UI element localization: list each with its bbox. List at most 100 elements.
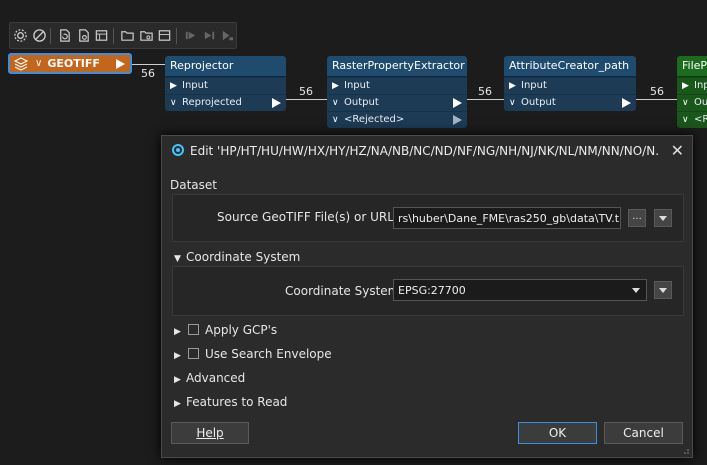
chevron-down-icon: [632, 288, 640, 293]
section-label: Apply GCP's: [205, 323, 278, 337]
coordinate-system-section-toggle[interactable]: ▼ Coordinate System: [174, 250, 300, 264]
output-port[interactable]: ∨ Outp: [677, 94, 707, 111]
canvas-toolbar: [9, 22, 237, 49]
source-file-input[interactable]: rs\huber\Dane_FME\ras250_gb\data\TV.tif: [393, 207, 621, 229]
table-icon[interactable]: [94, 26, 111, 46]
chevron-down-icon[interactable]: ∨: [35, 58, 42, 69]
chevron-down-icon: ∨: [170, 98, 177, 108]
coordinate-system-select[interactable]: EPSG:27700: [393, 279, 647, 301]
run-from-icon: [201, 26, 218, 46]
node-attributecreator-path[interactable]: AttributeCreator_path ▶ Input ∨ Output: [504, 56, 636, 111]
port-label: <Rejected>: [344, 114, 405, 125]
chevron-down-icon: [659, 288, 667, 293]
output-arrow-icon[interactable]: [272, 98, 281, 108]
node-rasterpropertyextractor[interactable]: RasterPropertyExtractor ▶ Input ∨ Output…: [327, 56, 467, 128]
input-port[interactable]: ▶ Input: [165, 77, 286, 94]
connection-line: [286, 99, 328, 100]
collapsed-triangle-icon: ▶: [174, 399, 181, 409]
toolbar-separator: [176, 27, 177, 44]
coordinate-system-value: EPSG:27700: [398, 284, 466, 297]
feature-count: 56: [478, 85, 492, 98]
apply-gcps-checkbox[interactable]: [188, 324, 199, 335]
ok-button[interactable]: OK: [518, 422, 597, 444]
close-icon[interactable]: ✕: [671, 136, 684, 166]
run-this-icon: [219, 26, 236, 46]
feature-count: 56: [299, 85, 313, 98]
input-port[interactable]: ▶ Input: [504, 77, 636, 94]
section-label: Use Search Envelope: [205, 347, 332, 361]
input-port[interactable]: ▶ Inpu: [677, 77, 707, 94]
node-reprojector[interactable]: Reprojector ▶ Input ∨ Reprojected: [165, 56, 286, 111]
dialog-title-bar: Edit 'HP/HT/HU/HW/HX/HY/HZ/NA/NB/NC/ND/N…: [162, 136, 692, 166]
cancel-button[interactable]: Cancel: [604, 422, 683, 444]
input-arrow-icon: ▶: [170, 81, 177, 91]
resize-grip-icon[interactable]: [681, 446, 689, 454]
collapsed-triangle-icon: ▶: [174, 327, 181, 337]
settings-icon[interactable]: [12, 26, 29, 46]
rejected-arrow-icon[interactable]: [453, 115, 462, 125]
rejected-port[interactable]: ∨ <Rejected>: [327, 111, 467, 128]
node-title: Reprojector: [165, 56, 286, 77]
feature-count: 56: [141, 67, 155, 80]
features-to-read-section-toggle[interactable]: ▶ Features to Read: [174, 395, 287, 409]
port-label: Output: [344, 97, 379, 108]
document-settings-icon[interactable]: [75, 26, 92, 46]
input-arrow-icon: ▶: [509, 81, 516, 91]
refresh-document-icon[interactable]: [56, 26, 73, 46]
geotiff-reader-node[interactable]: ∨ GEOTIFF: [8, 53, 132, 74]
port-label: Reprojected: [182, 97, 242, 108]
dataset-section-label: Dataset: [170, 178, 217, 192]
output-port-reprojected[interactable]: ∨ Reprojected: [165, 94, 286, 111]
output-arrow-icon[interactable]: [453, 98, 462, 108]
port-label: Input: [182, 80, 208, 91]
help-button[interactable]: Help: [171, 422, 249, 444]
apply-gcps-section-toggle[interactable]: ▶ Apply GCP's: [174, 323, 277, 337]
node-title: FileProp: [677, 56, 707, 77]
output-port[interactable]: ∨ Output: [504, 94, 636, 111]
folder-settings-icon[interactable]: [138, 26, 155, 46]
coordinate-system-options-button[interactable]: [654, 281, 672, 299]
port-label: Output: [521, 97, 556, 108]
rejected-port[interactable]: ∨ <Re: [677, 111, 707, 128]
chevron-down-icon: ∨: [682, 115, 689, 125]
folder-icon[interactable]: [119, 26, 136, 46]
node-title: RasterPropertyExtractor: [327, 56, 467, 77]
use-search-envelope-section-toggle[interactable]: ▶ Use Search Envelope: [174, 347, 332, 361]
output-port-arrow-icon[interactable]: [116, 59, 125, 69]
help-button-label: Help: [196, 426, 224, 440]
port-label: Input: [521, 80, 547, 91]
node-fileproperty[interactable]: FileProp ▶ Inpu ∨ Outp ∨ <Re: [677, 56, 707, 128]
connection-line: [636, 99, 678, 100]
output-port[interactable]: ∨ Output: [327, 94, 467, 111]
browse-button[interactable]: ...: [628, 209, 646, 227]
feature-count: 56: [650, 85, 664, 98]
collapsed-triangle-icon: ▶: [174, 351, 181, 361]
output-arrow-icon[interactable]: [622, 98, 631, 108]
chevron-down-icon: ∨: [332, 98, 339, 108]
source-file-label: Source GeoTIFF File(s) or URL(s):: [217, 210, 414, 224]
port-label: Inpu: [694, 80, 707, 91]
chevron-down-icon: ∨: [682, 98, 689, 108]
use-search-envelope-checkbox[interactable]: [188, 348, 199, 359]
dataset-group: Source GeoTIFF File(s) or URL(s): rs\hub…: [172, 194, 684, 242]
port-label: Input: [344, 80, 370, 91]
disable-icon[interactable]: [31, 26, 48, 46]
collapsed-triangle-icon: ▶: [174, 375, 181, 385]
table-view-icon[interactable]: [156, 26, 173, 46]
input-port[interactable]: ▶ Input: [327, 77, 467, 94]
chevron-down-icon: ∨: [332, 115, 339, 125]
section-label: Features to Read: [186, 395, 288, 409]
source-options-button[interactable]: [654, 209, 672, 227]
edit-reader-dialog: Edit 'HP/HT/HU/HW/HX/HY/HZ/NA/NB/NC/ND/N…: [161, 135, 693, 458]
layers-icon: [13, 56, 29, 71]
advanced-section-toggle[interactable]: ▶ Advanced: [174, 371, 245, 385]
section-label: Advanced: [186, 371, 246, 385]
port-label: Outp: [694, 97, 707, 108]
toolbar-separator: [50, 27, 52, 44]
input-arrow-icon: ▶: [682, 81, 689, 91]
reader-label: GEOTIFF: [47, 57, 100, 70]
toolbar-separator: [113, 27, 115, 44]
connection-line: [467, 99, 505, 100]
connection-line: [132, 64, 166, 65]
chevron-down-icon: [659, 216, 667, 221]
